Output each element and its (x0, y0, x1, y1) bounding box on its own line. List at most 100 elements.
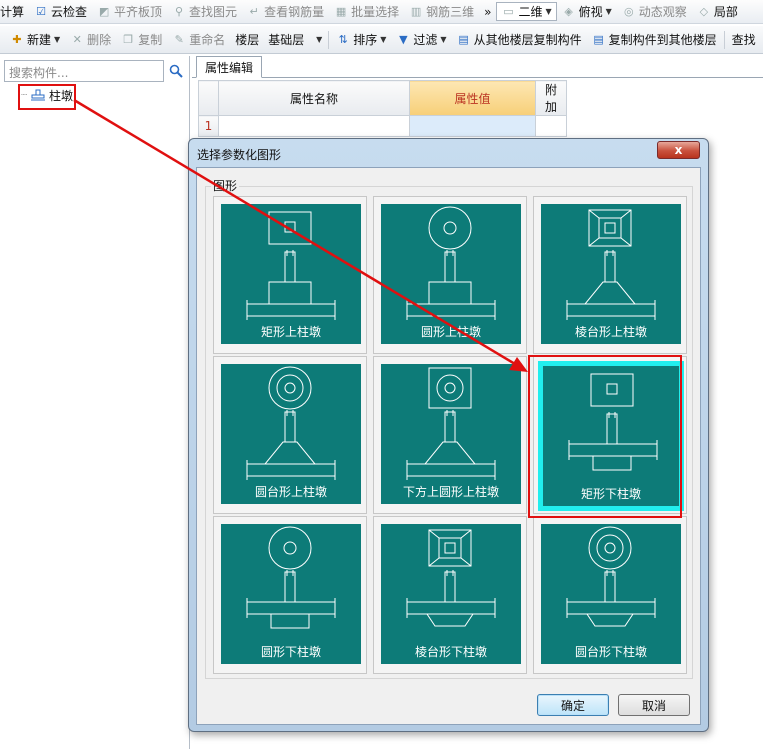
shape-option[interactable]: 矩形上柱墩 (213, 196, 367, 354)
shape-label: 矩形上柱墩 (260, 325, 321, 339)
tree-item-highlight (18, 84, 76, 110)
shape-option[interactable]: 棱台形下柱墩 (373, 516, 527, 674)
property-value-cell[interactable] (409, 115, 536, 137)
search-icon[interactable] (166, 61, 186, 81)
shape-group-label: 图形 (211, 177, 240, 194)
top-view-label: 俯视 (578, 5, 603, 19)
chevron-down-icon: ▼ (545, 7, 552, 16)
copy-to-floor-icon: ▤ (593, 33, 604, 46)
sort-button[interactable]: ⇅ 排序 ▼ (331, 29, 391, 51)
cloud-check-label: 云检查 (51, 5, 88, 19)
chevron-down-icon: ▼ (605, 7, 612, 16)
floor-label-text: 楼层 (235, 33, 260, 47)
delete-button[interactable]: ✕ 删除 (65, 29, 116, 51)
batch-select-button[interactable]: ▦ 批量选择 (329, 1, 404, 23)
copy-icon: ❐ (123, 33, 134, 46)
component-tree-panel: 搜索构件... ┈ 柱墩 (0, 56, 190, 749)
new-button[interactable]: ✚ 新建 ▼ (0, 29, 65, 51)
shape-option[interactable]: 下方上圆形上柱墩 (373, 356, 527, 514)
shape-tile: 圆台形下柱墩 (541, 524, 681, 664)
find-button[interactable]: 查找 (727, 29, 761, 51)
calc-button[interactable]: 计算 (0, 1, 29, 23)
rebar-3d-button[interactable]: ▥ 钢筋三维 (404, 1, 479, 23)
view-2d-label: 二维 (518, 5, 543, 19)
toolbar-separator (723, 30, 725, 49)
property-name-cell[interactable] (218, 115, 410, 137)
shape-label: 棱台形下柱墩 (414, 645, 487, 659)
local-view-label: 局部 (713, 5, 738, 19)
copy-to-floor-label: 复制构件到其他楼层 (608, 33, 717, 47)
view-rebar-label: 查看钢筋量 (264, 5, 325, 19)
column-header-value[interactable]: 属性值 (409, 80, 536, 116)
shape-label: 圆形上柱墩 (420, 325, 481, 339)
copy-to-floor-button[interactable]: ▤ 复制构件到其他楼层 (587, 29, 722, 51)
batch-select-label: 批量选择 (351, 5, 400, 19)
new-label: 新建 (27, 33, 52, 47)
tab-label: 属性编辑 (205, 60, 254, 75)
shape-option[interactable]: 圆形上柱墩 (373, 196, 527, 354)
rebar-icon: ↵ (249, 5, 259, 18)
property-grid: 属性名称 属性值 附加 1 (198, 80, 567, 137)
top-view-button[interactable]: ◈ 俯视 ▼ (557, 1, 617, 23)
shape-tile: 棱台形下柱墩 (381, 524, 521, 664)
batch-select-icon: ▦ (335, 5, 347, 18)
ok-button[interactable]: 确定 (537, 694, 609, 716)
delete-label: 删除 (87, 33, 112, 47)
shape-option[interactable]: 棱台形上柱墩 (533, 196, 687, 354)
more-chevron-icon: » (484, 4, 492, 19)
local-icon: ◇ (699, 5, 709, 18)
dynamic-view-button[interactable]: ◎ 动态观察 (617, 1, 692, 23)
main-toolbar: 计算 ☑ 云检查 ◩ 平齐板顶 ⚲ 查找图元 ↵ 查看钢筋量 ▦ 批量选择 ▥ 钢筋三维 »… (0, 0, 763, 24)
cancel-button[interactable]: 取消 (618, 694, 690, 716)
find-element-label: 查找图元 (189, 5, 238, 19)
table-row[interactable]: 1 (198, 115, 567, 137)
property-extra-cell[interactable] (535, 115, 567, 137)
column-header-name[interactable]: 属性名称 (218, 80, 410, 116)
shape-label: 圆形下柱墩 (260, 645, 321, 659)
rebar-3d-label: 钢筋三维 (426, 5, 475, 19)
filter-icon: ▼ (399, 33, 408, 46)
copy-from-floor-button[interactable]: ▤ 从其他楼层复制构件 (452, 29, 587, 51)
shape-option[interactable]: 圆形下柱墩 (213, 516, 367, 674)
floor-select[interactable]: 基础层 ▼ (264, 30, 326, 49)
floor-value: 基础层 (268, 33, 305, 47)
selected-shape-highlight (528, 355, 682, 518)
align-slab-top-button[interactable]: ◩ 平齐板顶 (92, 1, 167, 23)
align-icon: ◩ (98, 5, 110, 18)
grid-corner (198, 80, 219, 116)
chevron-down-icon: ▼ (440, 35, 447, 44)
align-slab-top-label: 平齐板顶 (114, 5, 163, 19)
shape-label: 下方上圆形上柱墩 (402, 485, 499, 499)
copy-from-floor-icon: ▤ (458, 33, 469, 46)
rename-label: 重命名 (189, 33, 226, 47)
grid-header-row: 属性名称 属性值 附加 (198, 80, 567, 116)
cloud-check-button[interactable]: ☑ 云检查 (29, 1, 92, 23)
filter-label: 过滤 (413, 33, 438, 47)
chevron-down-icon: ▼ (316, 35, 323, 44)
view-rebar-button[interactable]: ↵ 查看钢筋量 (242, 1, 329, 23)
filter-button[interactable]: ▼ 过滤 ▼ (391, 29, 451, 51)
find-element-button[interactable]: ⚲ 查找图元 (167, 1, 242, 23)
close-button[interactable]: x (657, 141, 700, 159)
row-number: 1 (198, 115, 219, 137)
copy-button[interactable]: ❐ 复制 (116, 29, 167, 51)
new-icon: ✚ (12, 33, 22, 46)
dialog-title: 选择参数化图形 (197, 148, 282, 162)
copy-from-floor-label: 从其他楼层复制构件 (473, 33, 582, 47)
rename-button[interactable]: ✎ 重命名 (167, 29, 230, 51)
tab-property-edit[interactable]: 属性编辑 (196, 56, 263, 78)
orbit-icon: ◎ (623, 5, 634, 18)
sort-label: 排序 (353, 33, 378, 47)
column-header-extra[interactable]: 附加 (535, 80, 567, 116)
shape-label: 圆台形下柱墩 (574, 645, 647, 659)
rebar-3d-icon: ▥ (410, 5, 422, 18)
local-view-button[interactable]: ◇ 局部 (692, 1, 743, 23)
view-2d-dropdown[interactable]: ▭ 二维 ▼ (496, 2, 557, 21)
dynamic-view-label: 动态观察 (638, 5, 687, 19)
calc-label: 计算 (0, 5, 25, 19)
search-input[interactable]: 搜索构件... (4, 60, 164, 82)
toolbar-more[interactable]: » (479, 1, 496, 23)
toolbar-separator (328, 30, 330, 49)
shape-option[interactable]: 圆台形下柱墩 (533, 516, 687, 674)
shape-option[interactable]: 圆台形上柱墩 (213, 356, 367, 514)
